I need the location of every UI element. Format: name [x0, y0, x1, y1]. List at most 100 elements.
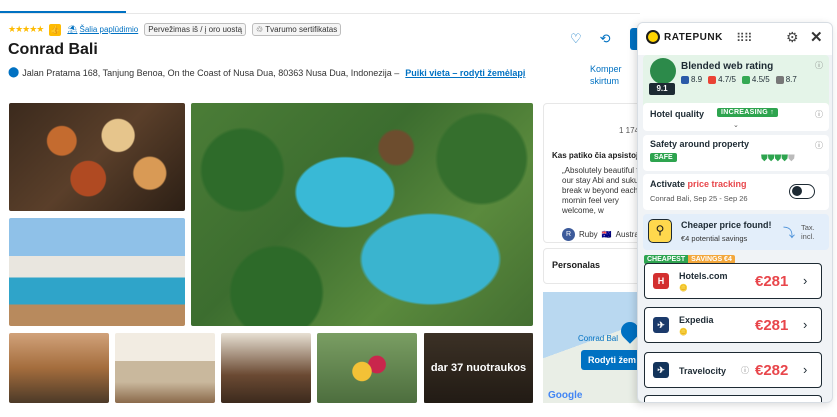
- photo-bedroom[interactable]: [115, 333, 215, 403]
- price-tracking-details: Conrad Bali, Sep 25 - Sep 26: [650, 194, 748, 203]
- rating-source-value: 4.7/5: [718, 75, 736, 84]
- show-map-link[interactable]: Puiki vieta – rodyti žemėlapį: [405, 68, 525, 78]
- info-icon[interactable]: ⓘ: [815, 109, 823, 120]
- offer-hotels-com[interactable]: H Hotels.com 🪙 €281 ›: [644, 263, 822, 299]
- address-text: Jalan Pratama 168, Tanjung Benoa, On the…: [22, 67, 400, 78]
- leaf-icon: ♲: [256, 25, 264, 34]
- offer-price: €281: [755, 317, 789, 334]
- ratepunk-brand: RATEPUNK: [664, 31, 723, 43]
- tax-included-label: Tax. incl.: [801, 223, 815, 241]
- safety-label: Safety around property: [650, 139, 750, 149]
- ratepunk-logo: RATEPUNK: [646, 30, 723, 44]
- price-tracking-label: Activate price tracking: [650, 179, 747, 189]
- beach-label: Šalia paplūdimio: [79, 25, 139, 34]
- chevron-down-icon[interactable]: ⌄: [733, 121, 739, 129]
- curved-arrow-icon: ⤵: [783, 226, 796, 240]
- photo-restaurant[interactable]: [221, 333, 311, 403]
- location-pin-icon: ⬤: [8, 67, 20, 78]
- rating-source-icon: [775, 75, 784, 84]
- rating-source: 8.9: [681, 75, 702, 84]
- price-match-line2: skirtum: [590, 76, 619, 86]
- safe-badge: SAFE: [650, 153, 677, 162]
- beach-icon: ⛱: [67, 25, 78, 34]
- google-logo: Google: [548, 390, 583, 401]
- rating-source-icon: [681, 75, 689, 84]
- expedia-logo-icon: ✈: [653, 317, 669, 333]
- offer-price: €282: [755, 362, 789, 379]
- offer-next-partial[interactable]: [644, 395, 822, 402]
- info-icon[interactable]: ⓘ: [815, 60, 823, 71]
- page: ★★★★★ 👍 ⛱ Šalia paplūdimio Pervežimas iš…: [0, 0, 837, 417]
- cheaper-price-banner: ⚲ Cheaper price found! €4 potential savi…: [643, 214, 829, 250]
- hotel-quality-label: Hotel quality: [650, 109, 705, 119]
- info-icon[interactable]: ⓘ: [815, 140, 823, 151]
- ratepunk-logo-icon: [646, 30, 660, 44]
- rating-source-value: 8.7: [785, 75, 797, 84]
- reviewer-name: Ruby: [579, 230, 598, 239]
- travelocity-logo-icon: ✈: [653, 362, 669, 378]
- offer-name: Travelocity: [679, 366, 727, 376]
- ratepunk-header: RATEPUNK ⠿⠿ ⚙ ✕: [638, 23, 832, 55]
- rating-source: 4.7/5: [708, 75, 736, 84]
- hotels-com-logo-icon: H: [653, 273, 669, 289]
- offer-price: €281: [755, 273, 789, 290]
- header-actions: ♡ ⟲: [570, 31, 611, 47]
- photo-villa[interactable]: [9, 333, 109, 403]
- coin-icon: 🪙: [679, 329, 688, 336]
- apps-grid-icon[interactable]: ⠿⠿: [736, 31, 753, 45]
- avatar: R: [562, 228, 575, 241]
- quality-badge: INCREASING ↑: [717, 108, 778, 117]
- photo-pool-deck[interactable]: [9, 218, 185, 326]
- rating-sources: 8.9 4.7/5 4.5/5 8.7: [681, 75, 797, 84]
- coin-icon: 🪙: [679, 285, 688, 292]
- blended-rating-title: Blended web rating: [681, 61, 774, 72]
- shield-icons: ⛊⛊⛊⛊⛊: [761, 153, 795, 163]
- rating-source: 4.5/5: [741, 75, 770, 84]
- rating-source-icon: [741, 75, 750, 84]
- rating-source-value: 4.5/5: [751, 75, 770, 84]
- staff-label: Personalas: [552, 260, 601, 270]
- mascot-icon: [650, 58, 676, 84]
- photo-main-aerial[interactable]: [191, 103, 533, 326]
- hotel-name: Conrad Bali: [8, 41, 98, 58]
- ratepunk-panel: RATEPUNK ⠿⠿ ⚙ ✕ 9.1 Blended web rating ⓘ…: [637, 22, 833, 403]
- property-badges: ★★★★★ 👍 ⛱ Šalia paplūdimio Pervežimas iš…: [8, 23, 342, 36]
- price-match-line1: Komper: [590, 64, 622, 74]
- beach-badge[interactable]: ⛱ Šalia paplūdimio: [67, 25, 138, 34]
- blended-score: 9.1: [649, 83, 675, 95]
- transfer-badge: Pervežimas iš / į oro uostą: [144, 23, 247, 36]
- rating-source: 8.7: [775, 75, 797, 84]
- star-rating: ★★★★★: [8, 24, 44, 34]
- offer-travelocity[interactable]: ✈ Travelocity ⓘ €282 ›: [644, 352, 822, 388]
- hotel-address: ⬤ Jalan Pratama 168, Tanjung Benoa, On t…: [8, 67, 525, 78]
- hotel-quality-card[interactable]: Hotel quality INCREASING ↑ ⓘ ⌄: [643, 103, 829, 131]
- price-tracking-toggle[interactable]: [789, 184, 815, 199]
- flag-icon: 🇦🇺: [601, 230, 612, 239]
- price-tracking-card: Activate price tracking Conrad Bali, Sep…: [643, 174, 829, 210]
- offer-name: Hotels.com: [679, 271, 728, 281]
- rating-source-icon: [708, 75, 717, 84]
- show-on-map-button[interactable]: Rodyti žem: [581, 350, 643, 370]
- gear-icon[interactable]: ⚙: [786, 29, 799, 46]
- rating-source-value: 8.9: [691, 75, 703, 84]
- share-icon[interactable]: ⟲: [600, 31, 611, 47]
- heart-icon[interactable]: ♡: [570, 31, 582, 47]
- chevron-right-icon: ›: [803, 273, 808, 288]
- map-preview[interactable]: Conrad Bal Rodyti žem Google: [543, 292, 643, 403]
- photo-food[interactable]: [9, 103, 185, 211]
- price-tag-icon: ⚲: [648, 219, 672, 243]
- reviewer-country: Austra: [615, 230, 639, 239]
- offer-name: Expedia: [679, 315, 714, 325]
- safety-card[interactable]: Safety around property SAFE ⛊⛊⛊⛊⛊ ⓘ: [643, 135, 829, 171]
- sustainability-label: Tvarumo sertifikatas: [265, 25, 338, 34]
- map-hotel-label: Conrad Bal: [578, 334, 619, 343]
- sustainability-badge[interactable]: ♲ Tvarumo sertifikatas: [252, 23, 342, 36]
- photo-dancers[interactable]: [317, 333, 417, 403]
- cheaper-title: Cheaper price found!: [681, 220, 772, 230]
- info-icon[interactable]: ⓘ: [741, 365, 749, 376]
- price-match-link[interactable]: Komper skirtum: [590, 63, 622, 87]
- more-photos-overlay[interactable]: dar 37 nuotraukos: [424, 333, 533, 403]
- offer-expedia[interactable]: ✈ Expedia 🪙 €281 ›: [644, 307, 822, 343]
- close-icon[interactable]: ✕: [810, 28, 823, 46]
- top-divider: [0, 13, 640, 14]
